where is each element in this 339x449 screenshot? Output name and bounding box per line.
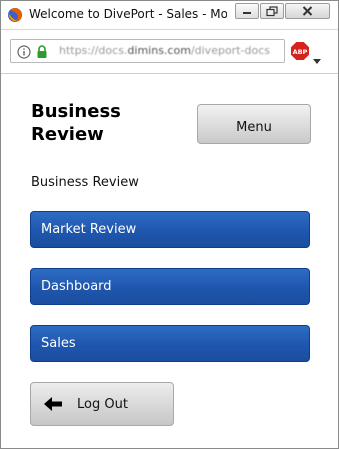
window-title: Welcome to DivePort - Sales - Mozi — [29, 7, 227, 21]
close-icon — [302, 6, 313, 16]
nav-item-dashboard[interactable]: Dashboard — [30, 268, 310, 305]
chevron-down-icon[interactable] — [313, 49, 321, 68]
close-button[interactable] — [285, 3, 330, 19]
title-bar: Welcome to DivePort - Sales - Mozi — [1, 1, 338, 30]
minimize-icon — [243, 12, 251, 14]
address-bar[interactable]: https://docs.dimins.com/diveport-docs — [10, 39, 285, 63]
lock-icon — [36, 44, 48, 63]
page-title: Business Review — [31, 101, 121, 145]
log-out-button[interactable]: Log Out — [30, 382, 174, 426]
firefox-icon — [7, 7, 23, 23]
nav-item-market-review[interactable]: Market Review — [30, 211, 310, 248]
url-text[interactable]: https://docs.dimins.com/diveport-docs — [59, 44, 281, 57]
log-out-label: Log Out — [77, 397, 128, 412]
minimize-button[interactable] — [235, 3, 259, 19]
restore-icon — [266, 6, 278, 17]
navigation-toolbar: https://docs.dimins.com/diveport-docs AB… — [1, 30, 338, 74]
adblock-plus-icon[interactable]: ABP — [291, 42, 309, 64]
browser-window: Welcome to DivePort - Sales - Mozi https… — [0, 0, 339, 449]
svg-text:ABP: ABP — [293, 48, 308, 56]
nav-item-sales[interactable]: Sales — [30, 325, 310, 362]
arrow-left-icon — [42, 396, 64, 416]
maximize-button[interactable] — [260, 3, 284, 19]
info-icon[interactable] — [17, 44, 31, 63]
menu-button[interactable]: Menu — [197, 104, 311, 144]
breadcrumb: Business Review — [31, 175, 139, 190]
